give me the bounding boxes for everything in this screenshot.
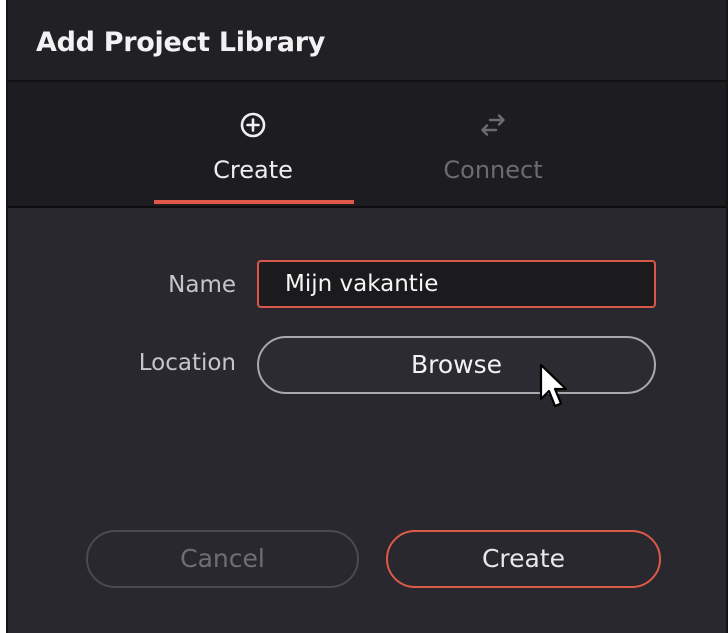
swap-arrows-icon [481,114,505,136]
name-label: Name [168,272,236,298]
add-project-library-dialog: Add Project Library Create Connect Name … [6,0,728,633]
active-tab-indicator [154,200,354,204]
create-button[interactable]: Create [386,530,661,588]
plus-circle-icon [240,112,266,138]
tab-connect-label: Connect [443,156,543,184]
cancel-button[interactable]: Cancel [86,530,359,588]
mouse-pointer-icon [539,363,568,408]
tab-create[interactable]: Create [153,82,353,206]
tab-bar: Create Connect [8,82,726,208]
tab-create-label: Create [213,156,293,184]
dialog-title: Add Project Library [36,27,326,58]
name-input[interactable] [257,260,656,308]
tab-connect[interactable]: Connect [393,82,593,206]
location-label: Location [138,350,236,376]
browse-button[interactable]: Browse [257,336,656,394]
dialog-titlebar: Add Project Library [8,0,726,82]
